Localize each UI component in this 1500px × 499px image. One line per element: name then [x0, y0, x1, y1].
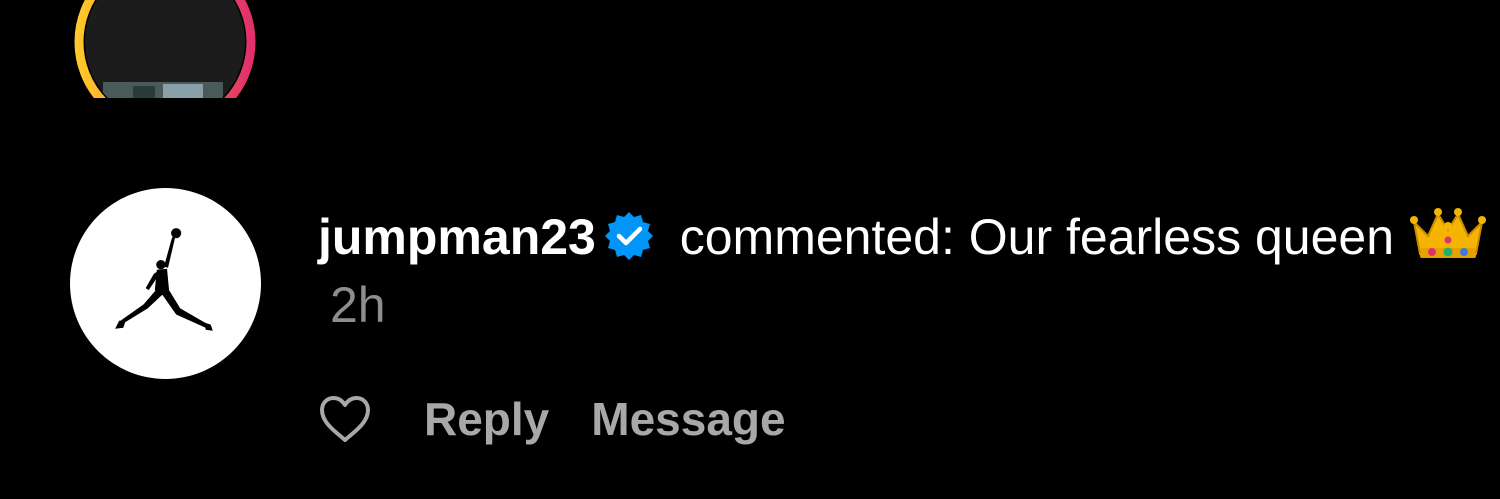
- reply-button[interactable]: Reply: [424, 392, 549, 446]
- notification-text: jumpman23 commented: Our fearless queen …: [318, 200, 1488, 339]
- crown-emoji: [1410, 208, 1487, 258]
- notification-screen: jumpman23 commented: Our fearless queen …: [0, 0, 1500, 499]
- story-ring-icon: [73, 0, 257, 138]
- comment-text: commented: Our fearless queen: [665, 209, 1395, 265]
- user-avatar[interactable]: [70, 188, 261, 379]
- timestamp: 2h: [330, 277, 386, 333]
- comment-actions: Reply Message: [318, 384, 828, 454]
- verified-badge-icon: [604, 212, 653, 260]
- username[interactable]: jumpman23: [318, 209, 596, 265]
- jumpman-logo-icon: [114, 227, 213, 331]
- message-button[interactable]: Message: [591, 392, 785, 446]
- previous-story-avatar[interactable]: [73, 0, 257, 138]
- heart-icon[interactable]: [318, 394, 372, 444]
